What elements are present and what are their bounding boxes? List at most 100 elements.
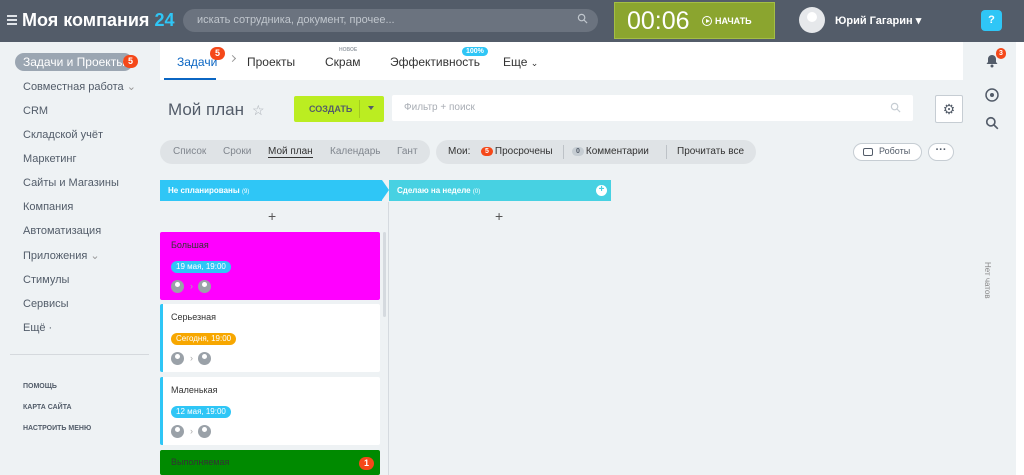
- dropdown-arrow-icon[interactable]: [368, 106, 374, 110]
- start-button[interactable]: НАЧАТЬ: [702, 16, 752, 26]
- divider: [10, 354, 149, 355]
- view-gantt[interactable]: Гант: [397, 146, 418, 157]
- my-label: Мои:: [448, 146, 471, 157]
- sidebar-item-incentives[interactable]: Стимулы: [23, 274, 69, 286]
- tab-more[interactable]: Еще ⌄: [503, 55, 538, 69]
- arrow-icon: ›: [190, 281, 193, 291]
- task-title: Маленькая: [171, 385, 218, 395]
- view-deadlines[interactable]: Сроки: [223, 146, 251, 157]
- view-my-plan[interactable]: Мой план: [268, 146, 313, 158]
- no-chats-label: Нет чатов: [983, 262, 992, 299]
- task-deadline[interactable]: 19 мая, 19:00: [171, 261, 231, 273]
- responsible-avatar-icon[interactable]: [198, 280, 211, 293]
- play-icon: [702, 16, 712, 26]
- responsible-avatar-icon[interactable]: [198, 352, 211, 365]
- task-card[interactable]: Выполняемая 1: [160, 450, 380, 475]
- task-card[interactable]: Серьезная Сегодня, 19:00 ›: [160, 304, 380, 372]
- column-header-this-week[interactable]: Сделаю на неделе (0) +: [389, 180, 611, 201]
- tab-tasks-badge: 5: [210, 47, 226, 60]
- add-column-icon[interactable]: +: [596, 185, 607, 196]
- sidebar-item-tasks[interactable]: Задачи и Проекты: [15, 53, 133, 71]
- search-icon[interactable]: [984, 116, 1000, 132]
- tasks-counter-badge: 5: [123, 55, 139, 68]
- sidebar-item-warehouse[interactable]: Складской учёт: [23, 129, 103, 141]
- more-options-button[interactable]: ···: [928, 143, 954, 161]
- left-sidebar: Задачи и Проекты 5 Совместная работа ⌄ C…: [0, 42, 150, 475]
- page-title: Мой план: [168, 100, 244, 119]
- creator-avatar-icon[interactable]: [171, 425, 184, 438]
- arrow-icon: ›: [190, 353, 193, 363]
- robot-icon: [863, 148, 873, 156]
- sidebar-item-crm[interactable]: CRM: [23, 105, 48, 117]
- new-label: НОВОЕ: [339, 47, 358, 53]
- top-tabs: Задачи 5 Проекты НОВОЕ Скрам 100% Эффект…: [160, 42, 963, 80]
- help-button[interactable]: ?: [981, 10, 1002, 31]
- filter-search-input[interactable]: Фильтр + поиск: [392, 95, 913, 121]
- create-label: СОЗДАТЬ: [309, 104, 353, 114]
- chevron-right-icon: [228, 54, 237, 63]
- sidebar-item-services[interactable]: Сервисы: [23, 298, 69, 310]
- view-calendar[interactable]: Календарь: [330, 146, 380, 157]
- sidebar-item-marketing[interactable]: Маркетинг: [23, 153, 76, 165]
- user-name: Юрий Гагарин ▾: [835, 15, 922, 27]
- task-card[interactable]: Большая 19 мая, 19:00 ›: [160, 232, 380, 300]
- timer-value: 00:06: [627, 7, 690, 35]
- sitemap-link[interactable]: КАРТА САЙТА: [23, 404, 72, 411]
- column-header-unplanned[interactable]: Не спланированы (9): [160, 180, 389, 201]
- search-icon: [890, 102, 901, 113]
- avatar: [799, 7, 825, 33]
- task-deadline[interactable]: Сегодня, 19:00: [171, 333, 237, 345]
- task-deadline[interactable]: 12 мая, 19:00: [171, 406, 231, 418]
- sidebar-item-company[interactable]: Компания: [23, 201, 73, 213]
- overdue-counter[interactable]: 5 Просрочены: [481, 146, 553, 157]
- creator-avatar-icon[interactable]: [171, 352, 184, 365]
- arrow-icon: ›: [190, 426, 193, 436]
- tab-efficiency[interactable]: Эффективность: [390, 55, 480, 69]
- responsible-avatar-icon[interactable]: [198, 425, 211, 438]
- view-list[interactable]: Список: [173, 146, 206, 157]
- task-counter-badge: 1: [358, 457, 374, 470]
- logo-text: Моя компания: [22, 10, 150, 30]
- tab-projects[interactable]: Проекты: [247, 55, 295, 69]
- sidebar-item-collaboration[interactable]: Совместная работа ⌄: [23, 80, 136, 93]
- tab-scrum[interactable]: Скрам: [325, 55, 361, 69]
- filter-placeholder: Фильтр + поиск: [404, 102, 475, 113]
- comments-counter[interactable]: 0 Комментарии: [572, 146, 649, 157]
- robots-button[interactable]: Роботы: [853, 143, 922, 161]
- task-title: Серьезная: [171, 312, 216, 322]
- star-icon[interactable]: ☆: [252, 102, 265, 119]
- search-icon: [577, 13, 588, 24]
- create-button[interactable]: СОЗДАТЬ: [294, 96, 384, 122]
- menu-icon[interactable]: [7, 15, 17, 25]
- sidebar-item-apps[interactable]: Приложения ⌄: [23, 249, 100, 262]
- sidebar-item-more[interactable]: Ещё ·: [23, 322, 52, 334]
- add-task-button[interactable]: +: [495, 208, 503, 224]
- notification-badge: 3: [996, 48, 1006, 59]
- scrollbar[interactable]: [1016, 42, 1024, 475]
- logo-number: 24: [154, 10, 175, 30]
- task-card[interactable]: Маленькая 12 мая, 19:00 ›: [160, 377, 380, 445]
- task-title: Выполняемая: [171, 457, 230, 467]
- column-divider: [388, 202, 389, 475]
- chat-icon[interactable]: [984, 87, 1000, 103]
- task-title: Большая: [171, 240, 209, 250]
- read-all-button[interactable]: Прочитать все: [677, 146, 744, 157]
- sidebar-item-sites[interactable]: Сайты и Магазины: [23, 177, 119, 189]
- scrollbar[interactable]: [383, 232, 386, 317]
- start-label: НАЧАТЬ: [715, 16, 752, 26]
- creator-avatar-icon[interactable]: [171, 280, 184, 293]
- top-bar: Моя компания 24 искать сотрудника, докум…: [0, 0, 1024, 42]
- counters-bar: Мои: 5 Просрочены 0 Комментарии Прочитать …: [436, 140, 756, 164]
- view-switcher: Список Сроки Мой план Календарь Гант: [160, 140, 430, 164]
- configure-menu-link[interactable]: НАСТРОИТЬ МЕНЮ: [23, 425, 91, 432]
- add-task-button[interactable]: +: [268, 208, 276, 224]
- workday-timer[interactable]: 00:06 НАЧАТЬ: [614, 2, 775, 39]
- main-content: Задачи 5 Проекты НОВОЕ Скрам 100% Эффект…: [160, 42, 963, 475]
- global-search-input[interactable]: искать сотрудника, документ, прочее...: [183, 9, 598, 32]
- gear-icon[interactable]: ⚙: [935, 95, 963, 123]
- active-tab-underline: [164, 78, 216, 80]
- search-placeholder: искать сотрудника, документ, прочее...: [197, 14, 395, 26]
- sidebar-item-automation[interactable]: Автоматизация: [23, 225, 101, 237]
- help-link[interactable]: ПОМОЩЬ: [23, 383, 57, 390]
- logo[interactable]: Моя компания 24: [22, 10, 174, 31]
